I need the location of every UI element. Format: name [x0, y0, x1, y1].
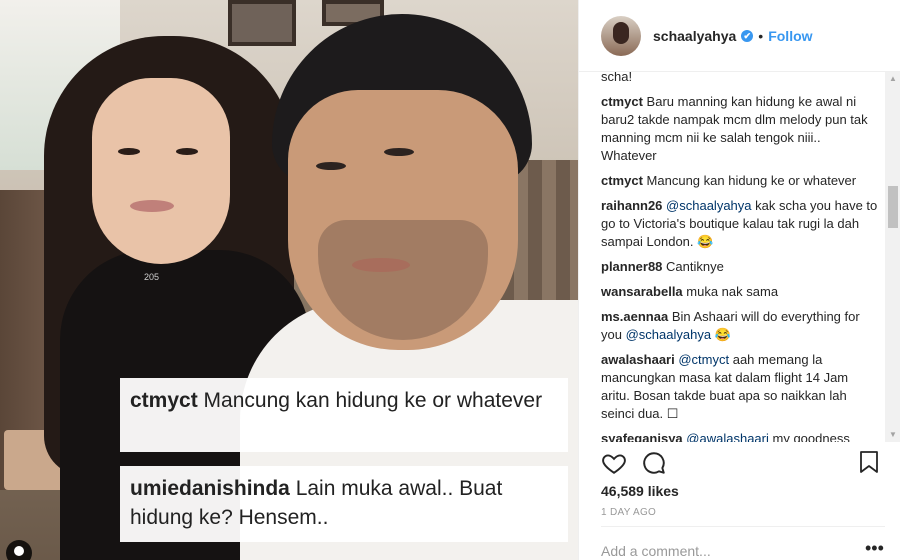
- sweater-print: 205: [144, 272, 160, 282]
- man-eye: [316, 162, 346, 170]
- woman-lips: [130, 200, 174, 212]
- avatar[interactable]: [601, 15, 641, 56]
- heart-icon[interactable]: [601, 450, 627, 476]
- post-header: schaalyahya ✔ • Follow: [579, 0, 900, 72]
- comment-item: ms.aennaa Bin Ashaari will do everything…: [601, 308, 879, 344]
- more-options-icon[interactable]: •••: [865, 539, 884, 557]
- post-photo[interactable]: 205 ctmyct Mancung kan hidung ke or what…: [0, 0, 578, 560]
- comment-item: ctmyct Mancung kan hidung ke or whatever: [601, 172, 879, 190]
- man-eye: [384, 148, 414, 156]
- comment-user-link[interactable]: raihann26: [601, 198, 662, 213]
- comment-user-link[interactable]: wansarabella: [601, 284, 683, 299]
- caption-text: Mancung kan hidung ke or whatever: [203, 389, 543, 412]
- comment-item: raihann26 @schaalyahya kak scha you have…: [601, 197, 879, 251]
- scrollbar-thumb[interactable]: [888, 186, 898, 228]
- woman-eye: [118, 148, 140, 155]
- add-comment-input[interactable]: [601, 543, 851, 559]
- comments-scrollbar[interactable]: ▲ ▼: [885, 72, 900, 442]
- bookmark-icon[interactable]: [859, 450, 879, 474]
- comment-user-link[interactable]: ctmyct: [601, 173, 643, 188]
- comment-text: Cantiknye: [666, 259, 724, 274]
- comment-text: Mancung kan hidung ke or whatever: [646, 173, 857, 188]
- comment-text: my goodness: [772, 431, 850, 442]
- scroll-up-arrow-icon[interactable]: ▲: [885, 72, 900, 86]
- follow-button[interactable]: Follow: [768, 28, 812, 44]
- comment-item: planner88 Cantiknye: [601, 258, 879, 276]
- comment-icon[interactable]: [641, 450, 667, 476]
- comment-item: wansarabella muka nak sama: [601, 283, 879, 301]
- comment-item: syafeqanisya @awalashaari my goodness: [601, 430, 879, 442]
- caption-user: ctmyct: [130, 389, 198, 412]
- post-side-panel: schaalyahya ✔ • Follow scha! ctmyct Baru…: [578, 0, 900, 560]
- likes-count[interactable]: 46,589 likes: [601, 483, 679, 499]
- woman-face: [92, 78, 230, 264]
- comment-text: scha!: [601, 72, 633, 84]
- verified-badge-icon: ✔: [741, 29, 754, 42]
- comment-mention-link[interactable]: @schaalyahya: [626, 327, 711, 342]
- comment-emoji: 😂: [714, 327, 731, 342]
- photo-caption: umiedanishinda Lain muka awal.. Buat hid…: [120, 466, 568, 542]
- comment-item: ctmyct Baru manning kan hidung ke awal n…: [601, 93, 879, 165]
- add-comment-bar: •••: [601, 526, 885, 560]
- man-lips: [352, 258, 410, 272]
- scroll-down-arrow-icon[interactable]: ▼: [885, 428, 900, 442]
- comment-user-link[interactable]: ctmyct: [601, 94, 643, 109]
- comment-user-link[interactable]: awalashaari: [601, 352, 675, 367]
- post-timestamp: 1 DAY AGO: [601, 507, 657, 518]
- comment-mention-link[interactable]: @ctmyct: [678, 352, 729, 367]
- comment-item: awalashaari @ctmyct aah memang la mancun…: [601, 351, 879, 423]
- comment-item: scha!: [601, 72, 879, 86]
- comments-list[interactable]: scha! ctmyct Baru manning kan hidung ke …: [579, 72, 887, 442]
- caption-user: umiedanishinda: [130, 477, 290, 500]
- user-tag-icon[interactable]: [6, 540, 32, 560]
- comment-user-link[interactable]: syafeqanisya: [601, 431, 683, 442]
- photo-caption: ctmyct Mancung kan hidung ke or whatever: [120, 378, 568, 452]
- comment-mention-link[interactable]: @awalashaari: [686, 431, 769, 442]
- wall-picture-frame: [228, 0, 296, 46]
- post-actions: [601, 448, 891, 478]
- comment-user-link[interactable]: ms.aennaa: [601, 309, 668, 324]
- comment-user-link[interactable]: planner88: [601, 259, 662, 274]
- separator-dot: •: [758, 27, 764, 44]
- comment-text: muka nak sama: [686, 284, 779, 299]
- comment-mention-link[interactable]: @schaalyahya: [666, 198, 751, 213]
- username-link[interactable]: schaalyahya: [653, 28, 736, 44]
- woman-eye: [176, 148, 198, 155]
